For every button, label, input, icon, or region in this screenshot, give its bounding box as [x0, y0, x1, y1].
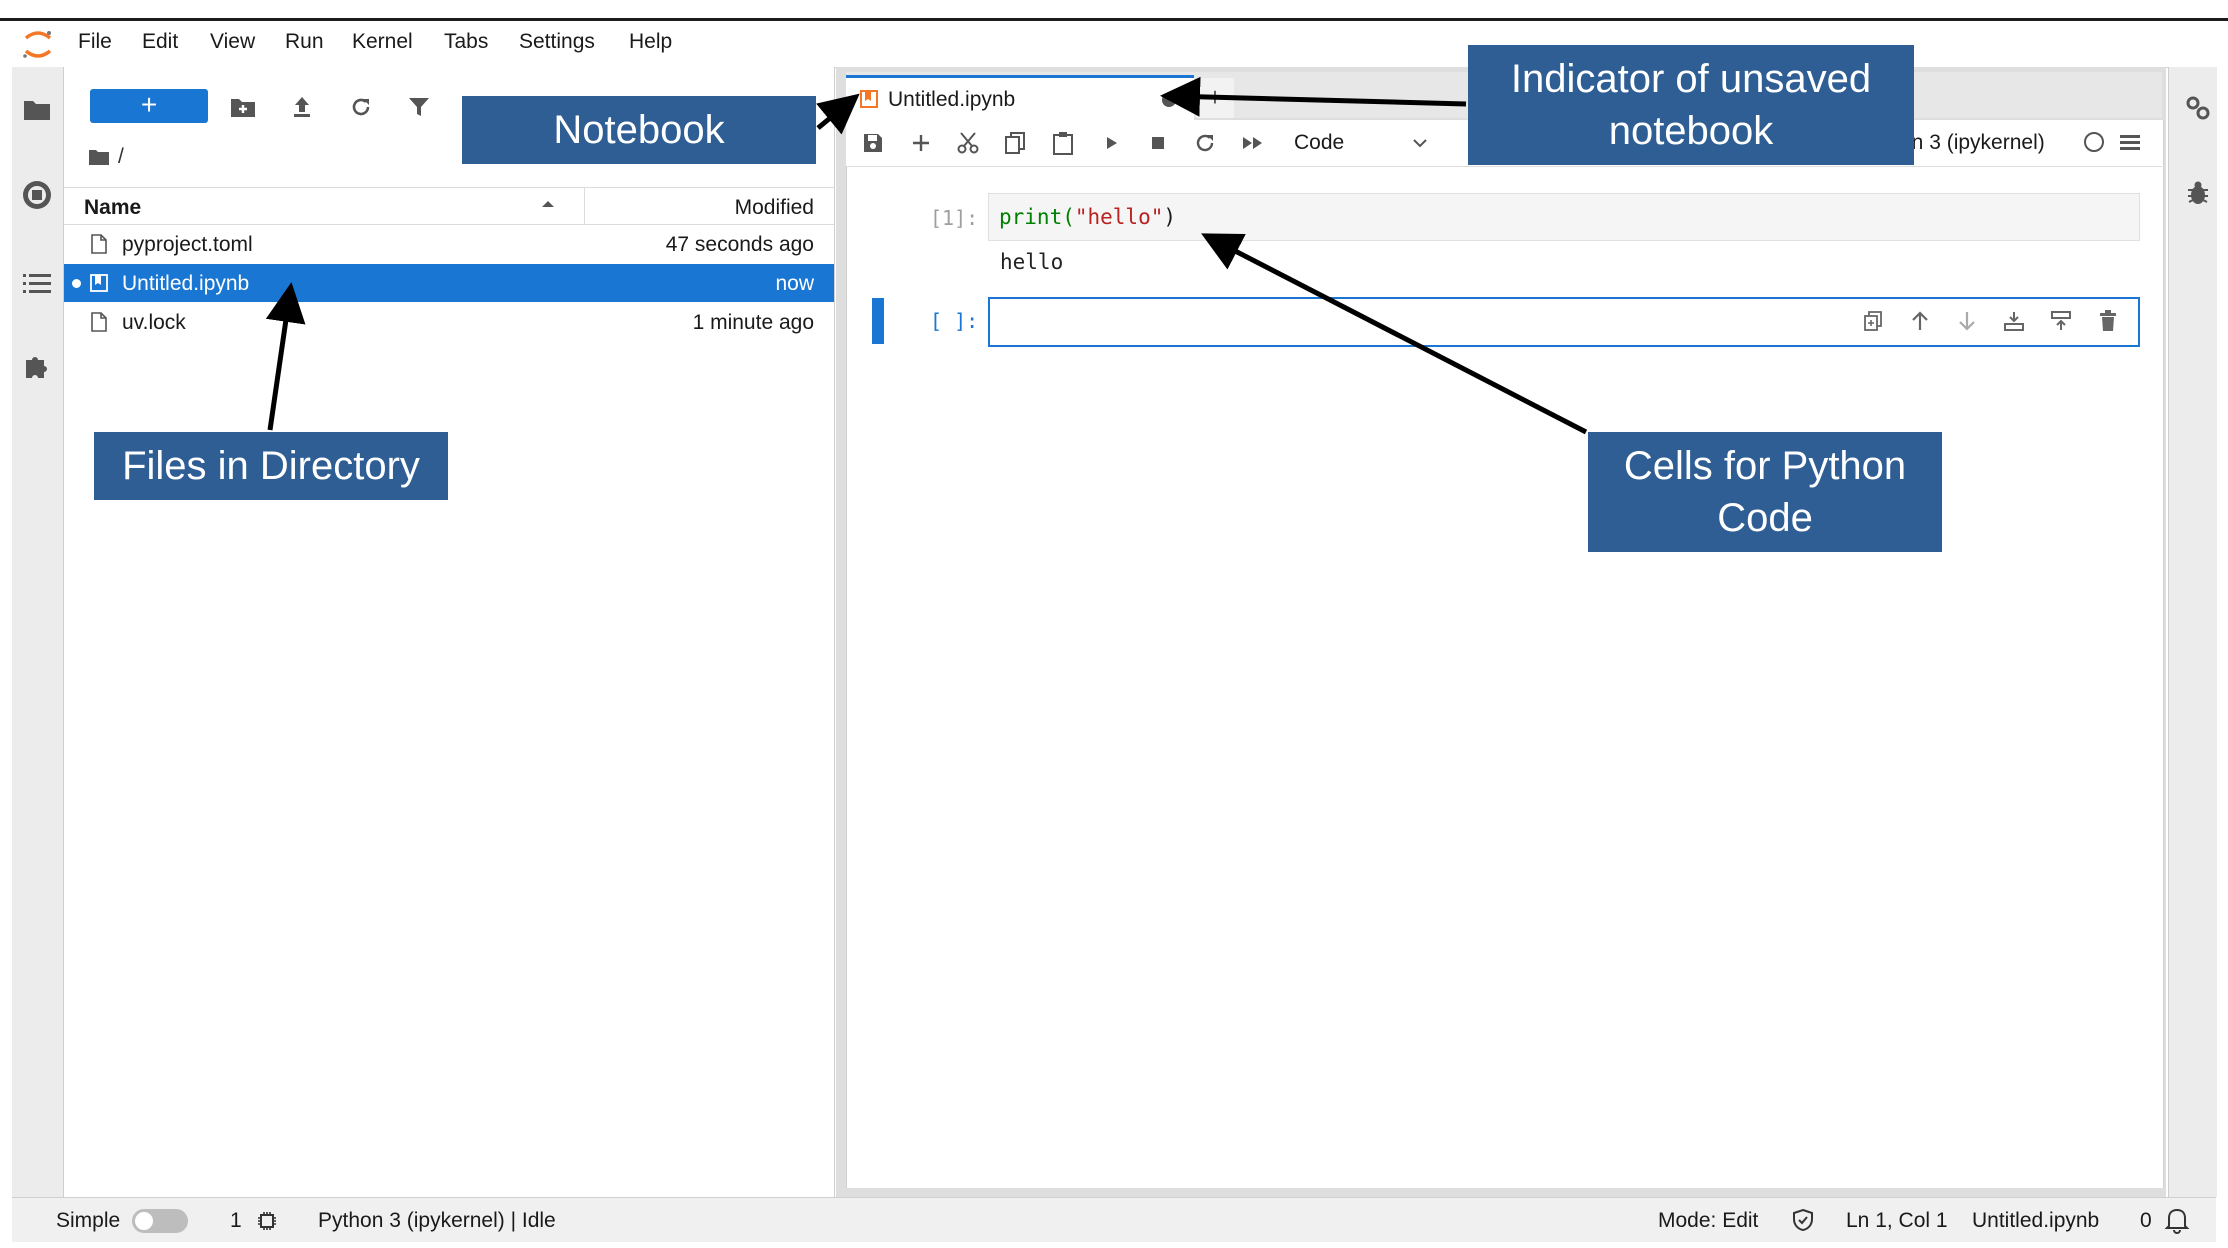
callout-files-in-directory: Files in Directory: [94, 432, 448, 500]
filter-icon[interactable]: [404, 92, 434, 122]
simple-mode-label: Simple: [56, 1209, 121, 1232]
menu-settings[interactable]: Settings: [519, 30, 595, 54]
restart-icon[interactable]: [1190, 128, 1220, 158]
chevron-down-icon: [1413, 139, 1427, 148]
notebook-icon: [860, 90, 878, 108]
cell-prompt: [ ]:: [930, 309, 979, 333]
editor-mode: Mode: Edit: [1658, 1209, 1759, 1232]
menu-tabs[interactable]: Tabs: [444, 30, 488, 54]
copy-icon[interactable]: [1000, 128, 1030, 158]
notebook-icon: [90, 274, 108, 292]
file-modified: now: [775, 272, 814, 295]
file-name: Untitled.ipynb: [122, 272, 250, 295]
callout-notebook: Notebook: [462, 96, 816, 164]
breadcrumb[interactable]: /: [88, 145, 124, 169]
code-string: "hello": [1074, 205, 1164, 229]
cell-type-select[interactable]: Code: [1292, 128, 1432, 158]
menu-edit[interactable]: Edit: [142, 30, 178, 54]
breadcrumb-root[interactable]: /: [118, 145, 124, 169]
sort-ascending-icon[interactable]: [540, 194, 556, 218]
notebook-panel: [846, 120, 2164, 1188]
move-down-icon[interactable]: [1954, 308, 1980, 334]
code-function: print(: [999, 205, 1075, 229]
file-modified: 47 seconds ago: [665, 233, 814, 256]
new-launcher-button[interactable]: +: [90, 89, 208, 123]
property-inspector-gears-icon[interactable]: [2184, 94, 2212, 127]
menu-view[interactable]: View: [210, 30, 255, 54]
column-modified-header[interactable]: Modified: [735, 196, 814, 220]
delete-cell-icon[interactable]: [2095, 308, 2121, 334]
insert-above-icon[interactable]: [2048, 308, 2074, 334]
menu-help[interactable]: Help: [629, 30, 672, 54]
new-folder-icon[interactable]: [228, 92, 258, 122]
menu-run[interactable]: Run: [285, 30, 324, 54]
cursor-position[interactable]: Ln 1, Col 1: [1846, 1209, 1948, 1233]
kernel-status-icon: [2084, 132, 2104, 152]
running-stop-icon[interactable]: [20, 178, 54, 212]
kernel-status-text[interactable]: Python 3 (ipykernel) | Idle: [318, 1209, 556, 1233]
paste-icon[interactable]: [1048, 128, 1078, 158]
cell-prompt: [1]:: [930, 206, 979, 230]
active-cell-indicator[interactable]: [872, 298, 884, 344]
refresh-icon[interactable]: [346, 92, 376, 122]
trusted-shield-icon[interactable]: [1792, 1208, 1814, 1238]
callout-cells-python-code: Cells for Python Code: [1588, 432, 1942, 552]
notification-count: 0: [2140, 1209, 2152, 1232]
file-list-header: Name Modified: [64, 187, 834, 225]
column-name-header[interactable]: Name: [84, 196, 141, 220]
file-modified: 1 minute ago: [692, 311, 814, 334]
status-bar: Simple 1 Python 3 (ipykernel) | Idle Mod…: [12, 1197, 2216, 1242]
run-icon[interactable]: [1096, 128, 1126, 158]
insert-below-icon[interactable]: [2001, 308, 2027, 334]
cell-type-value: Code: [1294, 131, 1345, 154]
simple-mode-toggle[interactable]: [132, 1209, 188, 1233]
debugger-bug-icon[interactable]: [2186, 180, 2210, 211]
jupyter-logo-icon[interactable]: [20, 29, 56, 61]
folder-icon: [89, 150, 109, 165]
menu-kernel[interactable]: Kernel: [352, 30, 413, 54]
callout-unsaved-indicator: Indicator of unsaved notebook: [1468, 45, 1914, 165]
code-cell-input[interactable]: print("hello"): [988, 193, 2140, 241]
fast-forward-icon[interactable]: [1238, 128, 1268, 158]
active-file-name: Untitled.ipynb: [1972, 1209, 2100, 1232]
duplicate-cell-icon[interactable]: [1860, 308, 1886, 334]
tab-title: Untitled.ipynb: [888, 88, 1016, 111]
interrupt-stop-icon[interactable]: [1143, 128, 1173, 158]
file-row-untitled-selected[interactable]: Untitled.ipynb now: [64, 264, 834, 302]
menu-file[interactable]: File: [78, 30, 112, 54]
cpu-chip-icon[interactable]: [256, 1210, 278, 1238]
unsaved-dot-icon[interactable]: [1162, 93, 1176, 107]
table-of-contents-icon[interactable]: [20, 266, 54, 300]
file-row-uvlock[interactable]: uv.lock 1 minute ago: [64, 303, 834, 341]
file-icon: [91, 234, 107, 254]
file-name: pyproject.toml: [122, 233, 253, 256]
file-row-pyproject[interactable]: pyproject.toml 47 seconds ago: [64, 225, 834, 263]
move-up-icon[interactable]: [1907, 308, 1933, 334]
code-paren: ): [1163, 205, 1177, 229]
callout-line: Cells for Python: [1623, 444, 1907, 488]
upload-icon[interactable]: [287, 92, 317, 122]
kernel-name[interactable]: on 3 (ipykernel): [1900, 131, 2045, 155]
running-dot-icon: [72, 279, 81, 288]
save-icon[interactable]: [858, 128, 888, 158]
menu-hamburger-icon[interactable]: [2120, 133, 2140, 156]
folder-icon[interactable]: [20, 92, 54, 126]
new-tab-button[interactable]: +: [1196, 78, 1234, 118]
left-sidebar-rail: [12, 67, 64, 1197]
tab-untitled-notebook[interactable]: Untitled.ipynb: [846, 75, 1194, 123]
terminal-count[interactable]: 1: [230, 1209, 242, 1233]
file-name: uv.lock: [122, 311, 186, 334]
callout-line: Indicator of unsaved: [1510, 57, 1872, 101]
insert-cell-icon[interactable]: [906, 128, 936, 158]
column-divider: [584, 188, 585, 224]
right-sidebar-rail: [2168, 67, 2217, 1197]
file-icon: [91, 312, 107, 332]
cut-icon[interactable]: [953, 128, 983, 158]
callout-line: Code: [1717, 496, 1813, 540]
cell-output: hello: [1000, 250, 1064, 274]
extension-puzzle-icon[interactable]: [20, 350, 54, 384]
notification-bell-icon[interactable]: [2164, 1206, 2190, 1240]
callout-line: notebook: [1608, 109, 1774, 153]
